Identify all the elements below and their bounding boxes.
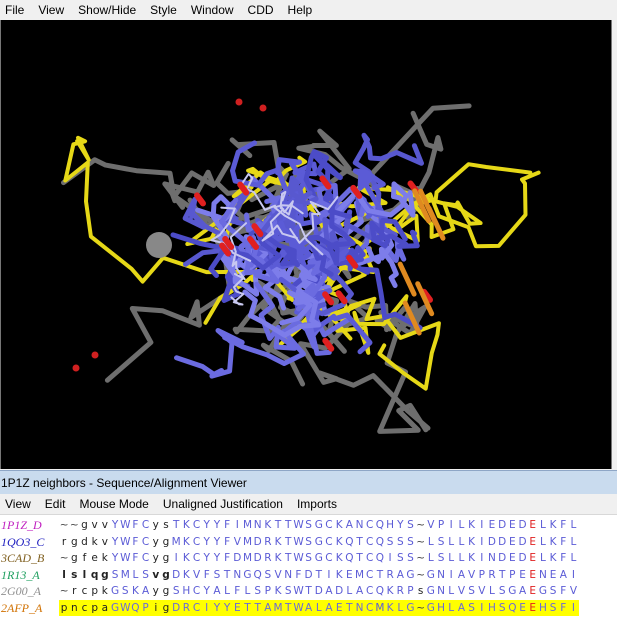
aln-menu-edit[interactable]: Edit [38, 494, 73, 515]
sequence-name[interactable]: 2G00_A [1, 583, 57, 599]
sequence-residues[interactable]: ~ r c p k G S K Ay g S H C Y A L F L S P K S W T D A D L A C Q K R Ps G N L V… [59, 583, 579, 599]
menu-cdd[interactable]: CDD [241, 0, 281, 20]
sequence-alignment-panel[interactable]: 1P1Z_D ~ ~ g v v Y W F Cy s T K C Y Y F I M N K T T W S G C K A N C Q H Y… [0, 515, 617, 618]
structure-viewer-3d[interactable] [0, 20, 612, 469]
alignment-menubar: View Edit Mouse Mode Unaligned Justificatio… [0, 494, 617, 515]
ligand-atom [259, 104, 267, 112]
red-conserved-segment [335, 290, 348, 305]
orange-segment [397, 261, 417, 297]
sequence-row[interactable]: 1P1Z_D ~ ~ g v v Y W F Cy s T K C Y Y F I M N K T T W S G C K A N C Q H Y… [0, 517, 617, 533]
red-conserved-segment [194, 192, 206, 207]
menu-help[interactable]: Help [281, 0, 320, 20]
molecule-rendering[interactable] [1, 20, 612, 469]
sequence-name[interactable]: 3CAD_B [1, 550, 57, 566]
menu-show-hide[interactable]: Show/Hide [71, 0, 143, 20]
ligand-atom [91, 351, 99, 359]
sequence-residues[interactable]: ~ g f e k Y W F Cy g I K C Y Y F D M D R K T W S G C K Q T C Q I S S ~ L S L L… [59, 550, 579, 566]
aln-menu-unaligned-justification[interactable]: Unaligned Justification [156, 494, 290, 515]
aln-menu-view[interactable]: View [0, 494, 38, 515]
sequence-row[interactable]: 2AFP_A p n c p a G W Q Pi g D R C I Y Y E T T A M T W A L A E T N C M K L… [0, 599, 617, 616]
menu-style[interactable]: Style [143, 0, 184, 20]
sequence-row[interactable]: 3CAD_B ~ g f e k Y W F Cy g I K C Y Y F D M D R K T W S G C K Q T C Q I S… [0, 550, 617, 566]
red-conserved-segment [322, 291, 335, 306]
sequence-residues[interactable]: l s l q g S M L Sv g D K V F S T N G Q S V N F D T I K E M C T R A G ~ G N I A… [59, 567, 579, 583]
sequence-residues[interactable]: ~ ~ g v v Y W F Cy s T K C Y Y F I M N K T T W S G C K A N C Q H Y S ~ V P I L… [59, 517, 579, 533]
sequence-row[interactable]: 1R13_A l s l q g S M L Sv g D K V F S T N G Q S V N F D T I K E M C T R A… [0, 567, 617, 583]
main-menubar: File View Show/Hide Style Window CDD Help [0, 0, 617, 20]
menu-window[interactable]: Window [184, 0, 241, 20]
metal-ion-sphere [146, 232, 172, 258]
menu-view[interactable]: View [31, 0, 71, 20]
sequence-residues[interactable]: p n c p a G W Q Pi g D R C I Y Y E T T A M T W A L A E T N C M K L G ~ G H L A… [59, 599, 579, 616]
ligand-atom [235, 98, 243, 106]
sequence-name[interactable]: 1R13_A [1, 567, 57, 583]
sequence-name[interactable]: 1P1Z_D [1, 517, 57, 533]
ligand-atom [72, 364, 80, 372]
alignment-window-title: 1P1Z neighbors - Sequence/Alignment View… [1, 475, 247, 490]
aln-menu-mouse-mode[interactable]: Mouse Mode [72, 494, 155, 515]
aln-menu-imports[interactable]: Imports [290, 494, 344, 515]
sequence-row[interactable]: 1QO3_C r g d k v Y W F Cy g M K C Y Y F V M D R K T W S G C K Q T C Q S S… [0, 534, 617, 550]
alignment-window-titlebar: 1P1Z neighbors - Sequence/Alignment View… [0, 470, 617, 494]
sequence-name[interactable]: 2AFP_A [1, 600, 57, 616]
menu-file[interactable]: File [0, 0, 31, 20]
sequence-name[interactable]: 1QO3_C [1, 534, 57, 550]
sequence-row[interactable]: 2G00_A ~ r c p k G S K Ay g S H C Y A L F L S P K S W T D A D L A C Q K R… [0, 583, 617, 599]
sequence-residues[interactable]: r g d k v Y W F Cy g M K C Y Y F V M D R K T W S G C K Q T C Q S S S ~ L S L L… [59, 534, 579, 550]
